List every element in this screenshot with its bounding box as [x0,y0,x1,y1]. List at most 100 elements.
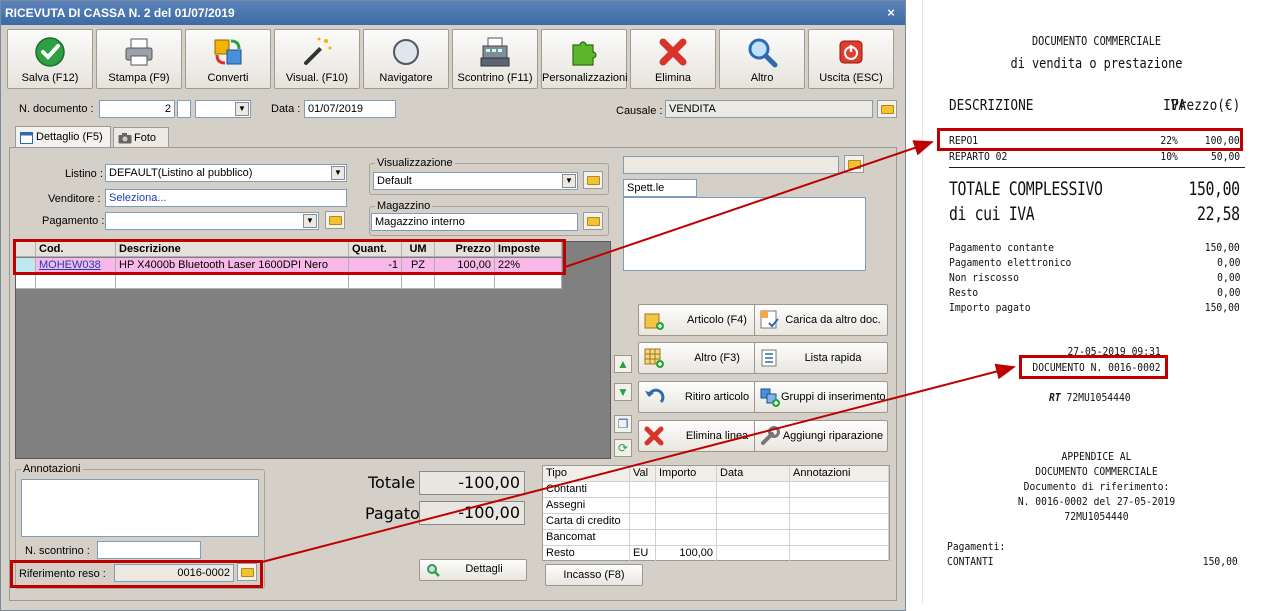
altro-button[interactable]: Altro [719,29,805,89]
refresh-icon[interactable]: ⟳ [614,439,632,457]
payment-val[interactable] [630,498,656,514]
payment-importo[interactable] [656,514,717,530]
riparazione-button[interactable]: Aggiungi riparazione [754,420,888,452]
lista-rapida-button[interactable]: Lista rapida [754,342,888,374]
altro-f3-button[interactable]: Altro (F3) [638,342,772,374]
table-row[interactable]: Bancomat [543,530,889,546]
payments-header-val[interactable]: Val [630,466,656,482]
payment-importo[interactable] [656,498,717,514]
payment-tipo[interactable]: Bancomat [543,530,630,546]
document-check-icon [760,310,779,329]
row-um[interactable] [402,274,435,289]
magazzino-input[interactable]: Magazzino interno [371,213,578,231]
doc-number-input[interactable]: 2 [99,100,175,118]
venditore-input[interactable]: Seleziona... [105,189,347,207]
payment-data[interactable] [717,498,790,514]
tab-foto[interactable]: Foto [113,127,169,148]
cliente-salutation-input[interactable]: Spett.le [623,179,697,197]
visualizzazione-folder-icon[interactable] [583,171,603,189]
exit-button[interactable]: Uscita (ESC) [808,29,894,89]
payment-val[interactable] [630,530,656,546]
payment-importo[interactable] [656,530,717,546]
payment-val[interactable] [630,482,656,498]
chevron-down-icon[interactable]: ▼ [235,102,249,116]
chevron-down-icon[interactable]: ▼ [303,214,317,228]
annotazioni-textarea[interactable] [21,479,259,537]
payment-annotazioni[interactable] [790,546,889,562]
row-quant[interactable] [349,274,402,289]
causale-folder-icon[interactable] [877,100,897,118]
payment-importo[interactable]: 100,00 [656,546,717,562]
gruppi-button[interactable]: Gruppi di inserimento [754,381,888,413]
move-down-icon[interactable]: ▼ [614,383,632,401]
receipt-title-line2: di vendita o prestazione [1010,56,1183,72]
receipt-payment-label: Pagamento contante [949,241,1054,254]
row-descrizione[interactable] [116,274,349,289]
payment-data[interactable] [717,482,790,498]
payment-annotazioni[interactable] [790,498,889,514]
carica-button[interactable]: Carica da altro doc. [754,304,888,336]
riparazione-label: Aggiungi riparazione [782,430,884,442]
tab-dettaglio[interactable]: Dettaglio (F5) [15,126,111,149]
copy-icon[interactable]: ❐ [614,415,632,433]
payment-data[interactable] [717,514,790,530]
doc-number-spinner[interactable] [177,100,191,118]
pagamento-folder-icon[interactable] [325,211,345,229]
visualizzazione-select[interactable]: Default ▼ [373,172,578,190]
payment-val[interactable] [630,514,656,530]
payment-data[interactable] [717,546,790,562]
ritiro-button[interactable]: Ritiro articolo [638,381,772,413]
payment-tipo[interactable]: Assegni [543,498,630,514]
pagamento-select[interactable]: ▼ [105,212,319,230]
table-row[interactable]: Carta di credito [543,514,889,530]
payments-header-importo[interactable]: Importo [656,466,717,482]
row-imposte[interactable] [495,274,562,289]
table-row[interactable]: Contanti [543,482,889,498]
table-row[interactable]: Assegni [543,498,889,514]
table-row[interactable]: Resto EU 100,00 [543,546,889,562]
scontrino-button[interactable]: Scontrino (F11) [452,29,538,89]
scontrino-input[interactable] [97,541,201,559]
chevron-down-icon[interactable]: ▼ [331,166,345,180]
causale-input[interactable]: VENDITA [665,100,873,118]
payment-tipo[interactable]: Carta di credito [543,514,630,530]
table-row[interactable] [16,274,562,289]
chevron-down-icon[interactable]: ▼ [562,174,576,188]
scontrino-label: Scontrino (F11) [457,72,533,84]
payment-val[interactable]: EU [630,546,656,562]
doc-series-select[interactable]: ▼ [195,100,251,118]
payment-annotazioni[interactable] [790,514,889,530]
payments-header-annotazioni[interactable]: Annotazioni [790,466,889,482]
delete-button[interactable]: Elimina [630,29,716,89]
visual-button[interactable]: Visual. (F10) [274,29,360,89]
save-button[interactable]: Salva (F12) [7,29,93,89]
navigator-button[interactable]: Navigatore [363,29,449,89]
payments-header-tipo[interactable]: Tipo [543,466,630,482]
rt-logo-icon: RT [1049,391,1061,404]
listino-select[interactable]: DEFAULT(Listino al pubblico) ▼ [105,164,347,182]
payment-tipo[interactable]: Resto [543,546,630,562]
convert-button[interactable]: Converti [185,29,271,89]
payments-header-data[interactable]: Data [717,466,790,482]
magazzino-folder-icon[interactable] [583,212,603,230]
cliente-search-input[interactable] [623,156,839,174]
cliente-address-textarea[interactable] [623,197,866,271]
payment-annotazioni[interactable] [790,482,889,498]
print-button[interactable]: Stampa (F9) [96,29,182,89]
date-input[interactable]: 01/07/2019 [304,100,396,118]
cliente-folder-icon[interactable] [844,155,864,173]
elimina-linea-button[interactable]: Elimina linea [638,420,772,452]
doc-number-label: N. documento : [19,103,94,115]
payment-data[interactable] [717,530,790,546]
personalizzazioni-button[interactable]: Personalizzazioni [541,29,628,89]
move-up-icon[interactable]: ▲ [614,355,632,373]
articolo-button[interactable]: Articolo (F4) [638,304,772,336]
incasso-button[interactable]: Incasso (F8) [545,564,643,586]
close-icon[interactable]: × [883,1,899,25]
payment-annotazioni[interactable] [790,530,889,546]
dettagli-button[interactable]: Dettagli [419,559,527,581]
row-prezzo[interactable] [435,274,495,289]
payment-importo[interactable] [656,482,717,498]
payment-tipo[interactable]: Contanti [543,482,630,498]
row-cod[interactable] [36,274,116,289]
